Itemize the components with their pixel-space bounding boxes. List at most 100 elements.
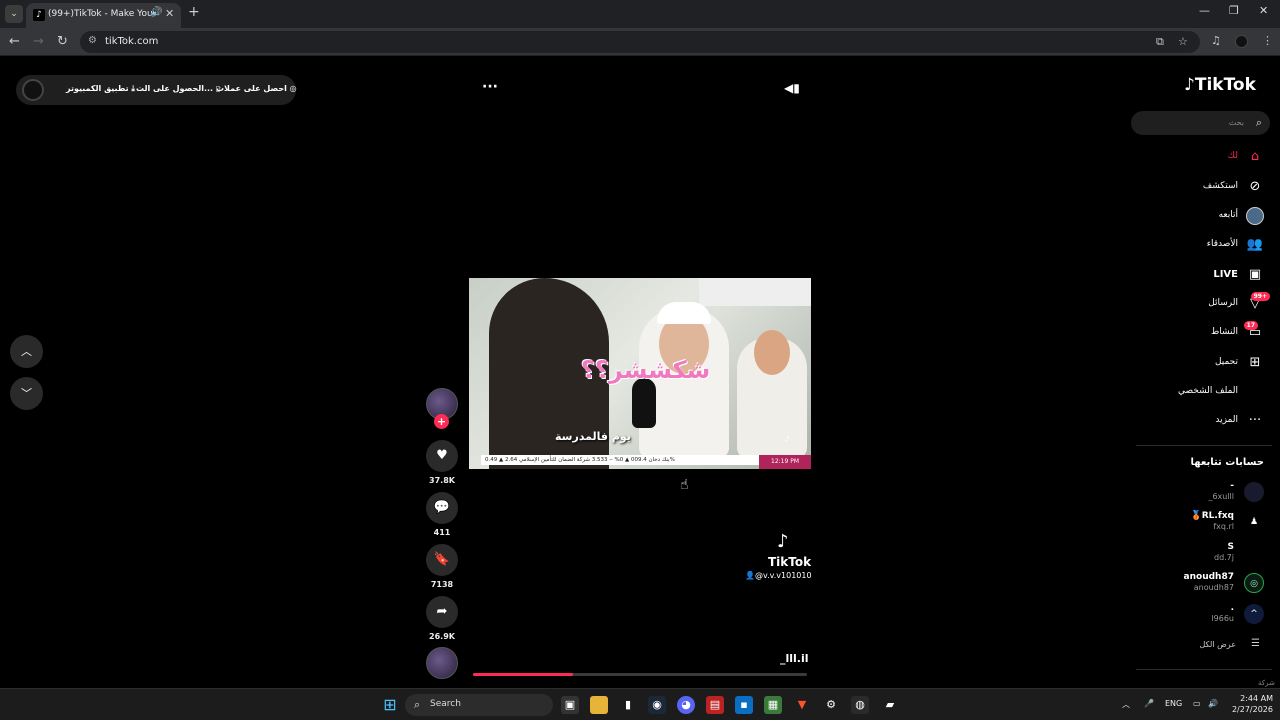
media-controls-icon[interactable]: ♫: [1211, 34, 1221, 47]
address-bar[interactable]: ⚙ tikTok.com ⧉ ☆: [80, 31, 1200, 53]
hand-cursor-icon: ☝: [680, 477, 689, 493]
app-icon[interactable]: ▤: [706, 696, 724, 714]
previous-video-button[interactable]: ︿: [10, 335, 43, 368]
account-avatar: ◎: [1244, 573, 1264, 593]
file-explorer-icon[interactable]: [590, 696, 608, 714]
following-account[interactable]: - _6xulll: [1140, 480, 1266, 506]
share-count: 26.9K: [429, 632, 455, 641]
save-button[interactable]: 🔖: [426, 544, 458, 576]
browser-tab[interactable]: ♪ (99+)TikTok - Make Your Day 🔊 ✕: [26, 3, 181, 28]
tiktok-logo[interactable]: ♪TikTok: [1184, 75, 1256, 95]
forward-icon[interactable]: →: [33, 34, 44, 49]
browser-toolbar: ← → ↻ ⚙ tikTok.com ⧉ ☆ ♫ ⋮: [0, 28, 1280, 56]
video-progress-bar[interactable]: [473, 673, 807, 676]
install-app-icon[interactable]: ⧉: [1156, 35, 1164, 49]
following-account[interactable]: . l966u ^: [1140, 602, 1266, 628]
person-icon: 👤: [745, 571, 755, 580]
get-coins-link[interactable]: احصل على عملات ◎: [216, 84, 297, 93]
profile-icon: [1246, 383, 1264, 401]
tray-overflow-icon[interactable]: ︿: [1122, 699, 1130, 710]
sidebar-item-activity[interactable]: النشاط ▭ 17: [1140, 321, 1266, 345]
steam-icon[interactable]: ◉: [648, 696, 666, 714]
account-name: 🥉RL.fxq: [1190, 511, 1234, 521]
messages-badge: 99+: [1250, 292, 1270, 301]
bookmark-star-icon[interactable]: ☆: [1178, 35, 1188, 48]
user-avatar[interactable]: [22, 79, 44, 101]
sidebar-item-explore[interactable]: استكشف ⊘: [1140, 175, 1266, 199]
tiktok-logo-icon: ♪: [777, 531, 789, 552]
compass-icon: ⊘: [1249, 179, 1261, 194]
sidebar-item-live[interactable]: LIVE ▣: [1140, 263, 1266, 287]
reload-icon[interactable]: ↻: [57, 34, 68, 49]
sidebar-item-following[interactable]: أتابعه: [1140, 204, 1266, 228]
app-icon[interactable]: ▮: [619, 696, 637, 714]
volume-icon[interactable]: ◀▮: [784, 81, 800, 95]
windows-taskbar: ⊞ ⌕ Search ▣ ▮ ◉ ◕ ▤ ▪ ▦ ▼ ⚙ ◍ ▰ ︿ 🎤 ENG…: [0, 688, 1280, 720]
following-account[interactable]: S dd.7j: [1140, 541, 1266, 567]
top-actions-bar: تطبيق الكمبيوتر ⤓ الحصول على الت... ▯ اح…: [16, 75, 297, 105]
settings-icon[interactable]: ⚙: [822, 696, 840, 714]
speaker-icon[interactable]: 🔊: [150, 7, 162, 18]
app-icon[interactable]: ▦: [764, 696, 782, 714]
back-icon[interactable]: ←: [9, 34, 20, 49]
app-icon[interactable]: ▰: [881, 696, 899, 714]
sidebar-item-for-you[interactable]: لك ⌂: [1140, 145, 1266, 169]
see-all-link[interactable]: عرض الكل ☰: [1140, 637, 1266, 655]
video-player[interactable]: شكششر؟؟ يوم فالمدرسة ♪ بنك دخان 009.4 ▲ …: [469, 278, 811, 469]
site-info-icon[interactable]: ⚙: [88, 35, 97, 46]
language-indicator[interactable]: ENG: [1165, 699, 1182, 708]
system-clock[interactable]: 2:44 AM 2/27/2026: [1225, 693, 1273, 715]
friends-icon: 👥: [1246, 237, 1264, 252]
chrome-icon[interactable]: ◍: [851, 696, 869, 714]
sidebar-item-label: استكشف: [1202, 181, 1238, 191]
activity-badge: 17: [1243, 321, 1258, 330]
following-account[interactable]: 🥉RL.fxq fxq.rl ♟: [1140, 510, 1266, 536]
network-icon[interactable]: ▭: [1193, 699, 1201, 708]
microphone-icon[interactable]: 🎤: [1144, 699, 1154, 708]
minimize-icon[interactable]: —: [1199, 4, 1210, 17]
sidebar-item-friends[interactable]: الأصدقاء 👥: [1140, 233, 1266, 257]
home-icon: ⌂: [1250, 149, 1260, 164]
comment-button[interactable]: 💬: [426, 492, 458, 524]
following-account[interactable]: anoudh87 anoudh87 ◎: [1140, 571, 1266, 597]
browser-menu-icon[interactable]: ⋮: [1262, 34, 1273, 47]
comment-count: 411: [433, 528, 451, 537]
classroom-board: [699, 278, 811, 306]
restore-icon[interactable]: ❐: [1229, 4, 1239, 17]
tab-close-icon[interactable]: ✕: [165, 7, 174, 20]
volume-tray-icon[interactable]: 🔊: [1208, 699, 1218, 708]
account-handle: _6xulll: [1208, 492, 1234, 501]
share-button[interactable]: ➦: [426, 596, 458, 628]
child-face: [754, 330, 790, 375]
taskbar-search[interactable]: ⌕ Search: [405, 694, 553, 716]
windows-start-icon[interactable]: ⊞: [381, 696, 399, 714]
profile-avatar[interactable]: [1235, 35, 1248, 48]
tab-list-button[interactable]: ⌄: [5, 5, 23, 23]
sidebar-item-profile[interactable]: الملف الشخصي: [1140, 380, 1266, 404]
following-accounts-title: حسابات تتابعها: [1190, 457, 1264, 468]
next-video-button[interactable]: ﹀: [10, 377, 43, 410]
get-app-link[interactable]: الحصول على الت... ▯: [136, 84, 220, 93]
follow-plus-icon[interactable]: +: [434, 414, 449, 429]
discord-icon[interactable]: ◕: [677, 696, 695, 714]
download-icon: ⤓: [131, 84, 135, 93]
following-avatar-icon: [1246, 207, 1264, 225]
search-input[interactable]: بحث ⌕: [1131, 111, 1270, 135]
new-tab-button[interactable]: +: [188, 4, 200, 20]
pc-app-link[interactable]: تطبيق الكمبيوتر ⤓: [66, 84, 135, 94]
tiktok-note-icon: ♪: [1184, 75, 1195, 95]
task-view-icon[interactable]: ▣: [561, 696, 579, 714]
bookmark-icon: 🔖: [433, 552, 451, 567]
sidebar-item-messages[interactable]: الرسائل ▽ 99+: [1140, 292, 1270, 316]
like-button[interactable]: ♥: [426, 440, 458, 472]
app-icon[interactable]: ▪: [735, 696, 753, 714]
video-author[interactable]: _lll.il: [780, 652, 809, 665]
sidebar-item-more[interactable]: المزيد ···: [1140, 409, 1266, 433]
sound-avatar[interactable]: [426, 647, 458, 679]
window-close-icon[interactable]: ✕: [1259, 4, 1268, 17]
more-options-icon[interactable]: ···: [482, 79, 498, 95]
brave-icon[interactable]: ▼: [793, 696, 811, 714]
sidebar-item-upload[interactable]: تحميل ⊞: [1140, 351, 1266, 375]
search-icon[interactable]: ⌕: [1256, 116, 1262, 130]
sidebar-item-label: الأصدقاء: [1206, 239, 1238, 249]
